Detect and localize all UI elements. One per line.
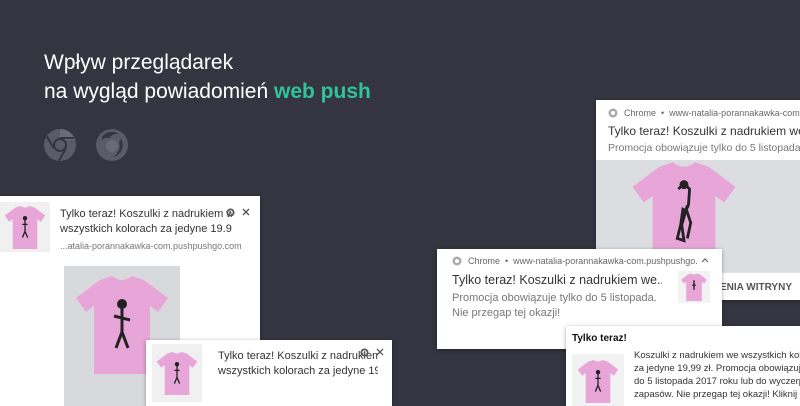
notification-title-line-2: wszystkich kolorach za jedyne 19.99	[60, 223, 232, 235]
notification-body-line-3: do 5 listopada 2017 roku lub do wyczerpa…	[634, 376, 800, 387]
notification-body-line-2: za jedyne 19,99 zł. Promocja obowiązuje …	[634, 363, 800, 374]
notification-title-line-1: Tylko teraz! Koszulki z nadrukiem we	[218, 350, 378, 362]
notification-body: Promocja obowiązuje tylko do 5 listopada…	[608, 142, 800, 154]
close-icon[interactable]	[242, 208, 250, 216]
heading-line-1: Wpływ przeglądarek	[44, 51, 234, 74]
chevron-up-icon[interactable]	[701, 257, 709, 263]
chrome-icon	[44, 129, 76, 162]
notification-app-name: Chrome	[624, 108, 657, 118]
notification-icon	[678, 271, 710, 303]
tshirt-thumbnail	[156, 351, 198, 395]
notification-firefox-small[interactable]: Tylko teraz! Koszulki z nadrukiem we wsz…	[146, 340, 392, 406]
notification-title-line-1: Tylko teraz! Koszulki z nadrukiem we	[60, 208, 232, 220]
chrome-small-icon	[608, 108, 618, 118]
notification-windows[interactable]: Tylko teraz! Koszulki z nadrukiem we wsz…	[566, 326, 800, 406]
page-heading: Wpływ przeglądarek na wygląd powiadomień…	[44, 48, 371, 106]
notification-body-line-1: Koszulki z nadrukiem we wszystkich kolor…	[634, 350, 800, 361]
notification-icon	[572, 354, 624, 406]
notification-body-line-1: Promocja obowiązuje tylko do 5 listopada…	[452, 292, 657, 304]
tshirt-thumbnail	[4, 205, 46, 249]
notification-title-line-2: wszystkich kolorach za jedyne 19.99	[218, 365, 378, 377]
notification-origin: ...atalia-porannakawka-com.pushpushgo.co…	[60, 241, 242, 251]
notification-title: Tylko teraz! Koszulki z nadrukiem we wsz…	[608, 124, 800, 138]
close-icon[interactable]	[376, 348, 384, 356]
notification-body-line-2: Nie przegap tej okazji!	[452, 307, 561, 319]
notification-origin: www-natalia-porannakawka-com.pushpushgo.…	[513, 256, 698, 266]
notification-header: Chrome • www-natalia-porannakawka-com.pu…	[624, 108, 800, 118]
chrome-small-icon	[452, 256, 462, 266]
notification-origin: www-natalia-porannakawka-com.pushpushgo.…	[669, 108, 800, 118]
settings-gear-icon[interactable]	[360, 348, 369, 357]
notification-icon	[0, 202, 50, 252]
notification-title: Tylko teraz!	[572, 333, 627, 344]
heading-accent: web push	[273, 80, 371, 103]
notification-app-name: Chrome	[468, 256, 501, 266]
heading-line-2: na wygląd powiadomień web push	[44, 77, 371, 106]
tshirt-thumbnail	[681, 273, 707, 301]
notification-header: Chrome • www-natalia-porannakawka-com.pu…	[468, 256, 698, 266]
tshirt-thumbnail	[577, 359, 619, 403]
notification-body-line-4: zapasów. Nie przegap tej okazji! Kliknij…	[634, 389, 800, 400]
notification-title: Tylko teraz! Koszulki z nadrukiem we...	[452, 273, 662, 287]
settings-gear-icon[interactable]	[226, 208, 235, 217]
notification-icon	[152, 344, 202, 402]
firefox-icon	[96, 129, 128, 161]
heading-line-2-text: na wygląd powiadomień	[44, 80, 274, 103]
